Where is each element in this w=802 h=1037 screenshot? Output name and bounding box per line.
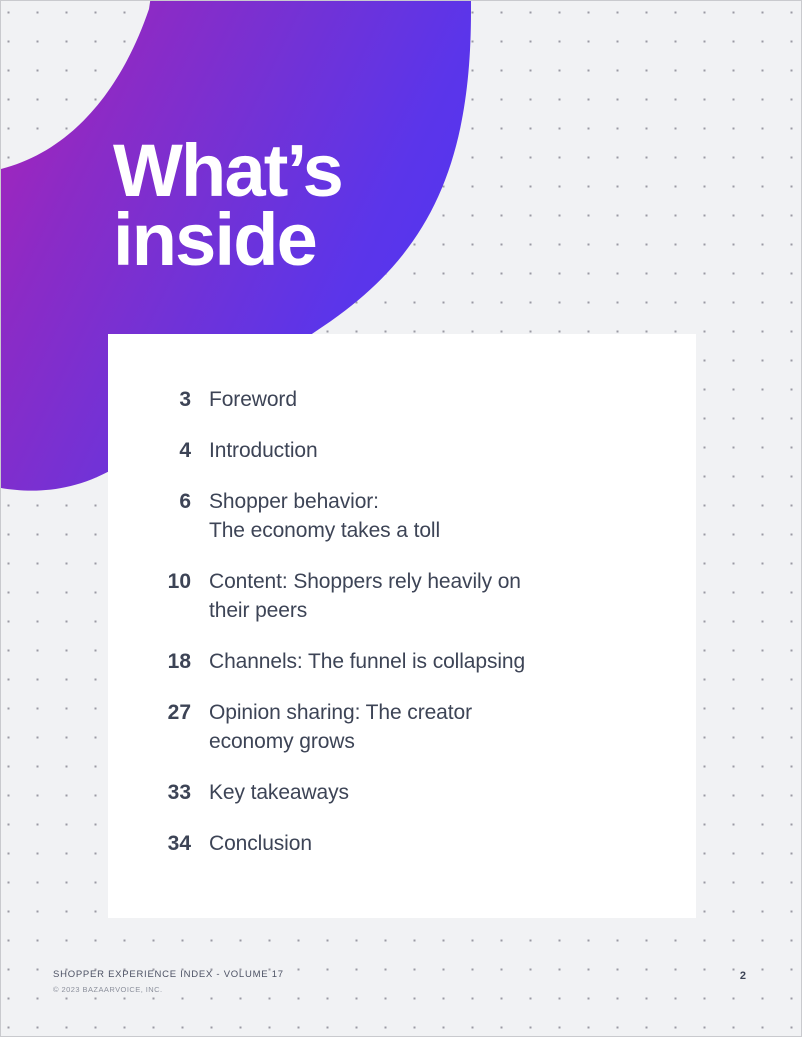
toc-entry-label: Channels: The funnel is collapsing: [209, 650, 526, 673]
page-number: 2: [739, 970, 746, 982]
footer-copyright: © 2023 BAZAARVOICE, INC.: [53, 985, 163, 994]
toc-page-number: 34: [167, 832, 191, 855]
toc-entry[interactable]: 4 Introduction: [164, 436, 672, 465]
toc-page-number: 4: [179, 439, 191, 462]
toc-entry[interactable]: 18 Channels: The funnel is collapsing: [164, 647, 672, 676]
toc-entry[interactable]: 27 Opinion sharing: The creator economy …: [164, 698, 672, 756]
toc-page-number: 6: [179, 490, 191, 513]
page-footer: SHOPPER EXPERIENCE INDEX - VOLUME 17 © 2…: [53, 969, 284, 994]
toc-entry[interactable]: 34 Conclusion: [164, 829, 672, 858]
toc-entry-label: Foreword: [209, 388, 297, 411]
toc-entry[interactable]: 3 Foreword: [164, 385, 672, 414]
document-page: What’s inside 3 Foreword 4 Introduction …: [0, 0, 802, 1037]
footer-report-title: SHOPPER EXPERIENCE INDEX - VOLUME 17: [53, 969, 284, 980]
toc-page-number: 27: [167, 701, 191, 724]
toc-page-number: 3: [179, 388, 191, 411]
toc-entry[interactable]: 6 Shopper behavior: The economy takes a …: [164, 487, 672, 545]
page-title: What’s inside: [113, 129, 344, 281]
toc-entry-label: Content: Shoppers rely heavily on their …: [209, 570, 521, 622]
toc-entry-label: Key takeaways: [209, 781, 349, 804]
toc-page-number: 33: [167, 781, 191, 804]
table-of-contents-list: 3 Foreword 4 Introduction 6 Shopper beha…: [164, 385, 672, 858]
toc-entry[interactable]: 33 Key takeaways: [164, 778, 672, 807]
toc-entry-label: Opinion sharing: The creator economy gro…: [209, 701, 472, 753]
toc-page-number: 10: [167, 570, 191, 593]
toc-page-number: 18: [167, 650, 191, 673]
toc-entry-label: Introduction: [209, 439, 318, 462]
toc-entry-label: Shopper behavior: The economy takes a to…: [209, 490, 441, 542]
toc-entry-label: Conclusion: [209, 832, 312, 855]
table-of-contents-card: 3 Foreword 4 Introduction 6 Shopper beha…: [108, 334, 696, 918]
toc-entry[interactable]: 10 Content: Shoppers rely heavily on the…: [164, 567, 672, 625]
